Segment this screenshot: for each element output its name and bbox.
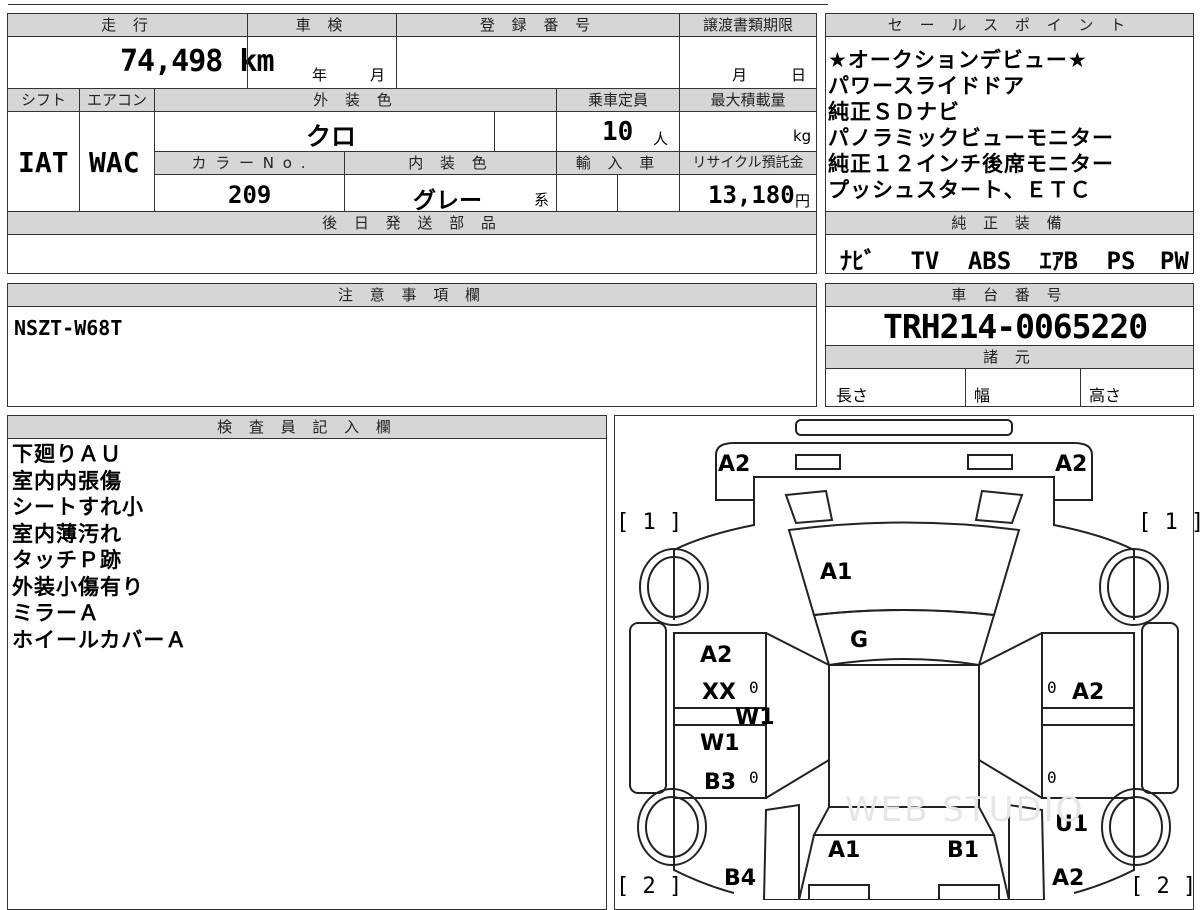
specs-header: 諸 元: [825, 345, 1194, 369]
equipment-item: PW: [1159, 247, 1189, 275]
damage-mark-front-left-fender: B4: [724, 866, 757, 891]
notes-text: NSZT-W68T: [14, 316, 123, 340]
inspector-line: タッチＰ跡: [12, 548, 122, 572]
mileage-header: 走 行: [7, 13, 248, 37]
equipment-item: TV: [910, 247, 940, 275]
seating-header: 乗車定員: [556, 88, 680, 112]
interior-color-header: 内 装 色: [344, 151, 557, 175]
damage-mark-left-5: B3: [704, 770, 737, 795]
inspector-line: 室内薄汚れ: [12, 521, 122, 546]
exterior-color-header: 外 装 色: [154, 88, 557, 112]
inspector-line: 下廻りＡＵ: [12, 442, 122, 466]
width-label: 幅: [974, 386, 991, 405]
inspector-lines: 下廻りＡＵ 室内内張傷 シートすれ小 室内薄汚れ タッチＰ跡 外装小傷有り ミラ…: [12, 441, 187, 653]
aircon-header: エアコン: [79, 88, 155, 112]
tag-1-right: [ 1 ]: [1138, 510, 1200, 535]
inspector-line: ミラーＡ: [12, 601, 100, 625]
sales-point: プッシュスタート、ＥＴＣ: [828, 178, 1092, 202]
damage-mark-left-4: W1: [700, 731, 740, 756]
zero-mark: 0: [749, 768, 759, 787]
seating-value: 10: [602, 117, 634, 147]
sales-point: 純正ＳＤナビ: [828, 100, 960, 124]
damage-mark-front-right: B1: [947, 838, 980, 863]
sales-points-list: ★オークションデビュー★ パワースライドドア 純正ＳＤナビ パノラミックビューモ…: [828, 47, 1114, 203]
sales-point: パワースライドドア: [828, 74, 1025, 98]
inspection-month: 月: [370, 66, 386, 84]
import-cell-1: [556, 174, 618, 212]
inspector-line: 室内内張傷: [12, 468, 122, 493]
top-edge: [8, 4, 828, 5]
damage-mark-roof-rear: G: [850, 628, 869, 653]
tag-2-right: [ 2 ]: [1130, 874, 1197, 899]
import-header: 輸 入 車: [556, 151, 680, 175]
height-label: 高さ: [1089, 386, 1122, 405]
equipment-item: PS: [1106, 247, 1136, 275]
notes-header: 注 意 事 項 欄: [7, 283, 817, 307]
max-load-header: 最大積載量: [679, 88, 817, 112]
damage-mark-right-1: A2: [1072, 680, 1105, 705]
seating-unit: 人: [653, 130, 669, 148]
chassis-header: 車 台 番 号: [825, 283, 1194, 307]
equipment-item: ﾅﾋﾞ: [840, 247, 876, 275]
shift-header: シフト: [7, 88, 80, 112]
damage-mark-rear-window: A1: [820, 560, 853, 585]
equipment-header: 純 正 装 備: [825, 211, 1194, 235]
equipment-list: ﾅﾋﾞ TV ABS ｴｱB PS PW: [840, 241, 1189, 276]
damage-mark-left-1: A2: [700, 643, 733, 668]
equipment-item: ABS: [967, 247, 1012, 275]
tag-2-left: [ 2 ]: [616, 874, 683, 899]
recycle-header: リサイクル預託金: [679, 151, 817, 175]
inspector-line: ホイールカバーＡ: [12, 627, 188, 652]
length-label: 長さ: [836, 386, 869, 405]
registration-cell: [396, 36, 680, 89]
inspector-line: シートすれ小: [12, 495, 144, 519]
damage-mark-rear-left: A2: [718, 452, 751, 477]
zero-mark: 0: [1047, 678, 1057, 697]
chassis-value: TRH214-0065220: [883, 307, 1148, 346]
import-cell-2: [617, 174, 680, 212]
later-parts-header: 後 日 発 送 部 品: [7, 211, 817, 235]
transfer-month: 月: [732, 66, 748, 84]
sales-point: ★オークションデビュー★: [828, 48, 1088, 72]
inspection-header: 車 検: [247, 13, 397, 37]
shift-value: IAT: [18, 146, 69, 179]
interior-color-value: グレー: [413, 188, 482, 214]
exterior-color-extra: [494, 111, 557, 152]
damage-mark-front-right-fender: A2: [1052, 866, 1085, 891]
inspector-header: 検 査 員 記 入 欄: [7, 415, 607, 439]
sales-point: 純正１２インチ後席モニター: [828, 152, 1114, 176]
damage-mark-rear-right: A2: [1055, 452, 1088, 477]
max-load-unit: kg: [793, 127, 812, 145]
damage-mark-left-2: XX: [702, 680, 736, 705]
transfer-header: 譲渡書類期限: [679, 13, 817, 37]
watermark: WEB STUDIO: [845, 790, 1085, 830]
zero-mark: 0: [1047, 768, 1057, 787]
sales-points-header: セ ー ル ス ポ イ ン ト: [825, 13, 1194, 37]
equipment-item: ｴｱB: [1039, 247, 1079, 275]
color-no-value: 209: [228, 181, 272, 209]
inspection-year: 年: [312, 66, 328, 84]
interior-color-suffix: 系: [534, 191, 550, 209]
specs-divider-1: [965, 368, 966, 407]
inspector-line: 外装小傷有り: [12, 574, 144, 599]
color-no-header: カ ラ ー N o .: [154, 151, 345, 175]
zero-mark: 0: [749, 678, 759, 697]
recycle-value: 13,180: [708, 181, 795, 209]
aircon-value: WAC: [89, 146, 140, 179]
recycle-unit: 円: [795, 192, 811, 210]
specs-divider-2: [1080, 368, 1081, 407]
damage-mark-left-3: W1: [735, 705, 775, 730]
tag-1-left: [ 1 ]: [616, 510, 683, 535]
transfer-day: 日: [791, 66, 807, 84]
exterior-color-value: クロ: [306, 122, 357, 151]
damage-mark-front-left: A1: [828, 838, 861, 863]
sales-point: パノラミックビューモニター: [828, 126, 1114, 150]
registration-header: 登 録 番 号: [396, 13, 680, 37]
